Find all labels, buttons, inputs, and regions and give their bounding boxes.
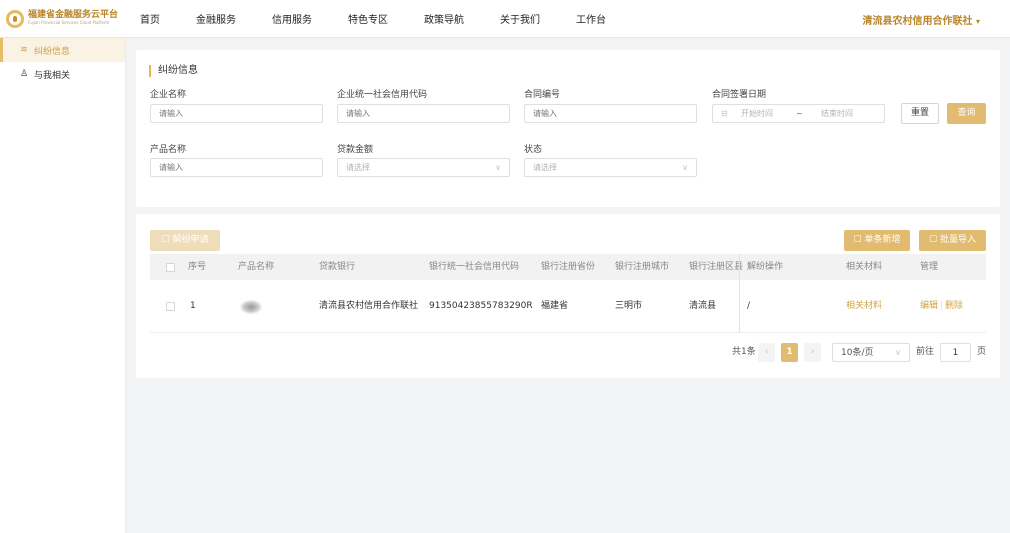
product-name-label: 产品名称 (150, 145, 187, 155)
sidebar-item-related-to-me[interactable]: ♙ 与我相关 (0, 62, 125, 86)
page-suffix: 页 (977, 347, 987, 357)
th-action: 解纷操作 (747, 262, 784, 272)
sign-date-label: 合同签署日期 (712, 90, 767, 100)
dispute-apply-button[interactable]: ☐ 解纷申请 (150, 230, 220, 251)
org-name: 清流县农村信用合作联社 (862, 16, 973, 27)
cell-city: 三明市 (615, 301, 643, 311)
th-bank: 贷款银行 (319, 262, 356, 272)
edit-link[interactable]: 编辑 (920, 280, 938, 333)
main-nav: 首页 金融服务 信用服务 特色专区 政策导航 关于我们 工作台 (128, 0, 642, 38)
sidebar: ≋ 纠纷信息 ♙ 与我相关 (0, 38, 126, 533)
cell-province: 福建省 (541, 301, 569, 311)
date-range-separator: ~ (796, 109, 803, 118)
reset-button[interactable]: 重置 (901, 103, 939, 124)
company-name-label: 企业名称 (150, 90, 187, 100)
cell-bank: 清流县农村信用合作联社 (319, 301, 419, 311)
page-size-select[interactable]: 10条/页 ∨ (832, 343, 910, 362)
chevron-down-icon: ∨ (895, 348, 901, 357)
table-panel: ☐ 解纷申请 ☐ 单条新增 ☐ 批量导入 序号 产品名称 贷款银行 银行统一社会… (136, 214, 1000, 378)
materials-link[interactable]: 相关材料 (846, 280, 882, 333)
nav-about-us[interactable]: 关于我们 (500, 11, 540, 26)
th-materials: 相关材料 (846, 262, 883, 272)
edit-icon: ☐ (161, 235, 170, 245)
calendar-icon: ⊟ (721, 109, 728, 118)
list-icon: ≋ (20, 45, 28, 55)
top-navbar: 福建省金融服务云平台 Fujian Provincial Services Cl… (0, 0, 1010, 38)
nav-credit-services[interactable]: 信用服务 (272, 11, 312, 26)
status-placeholder: 请选择 (533, 163, 557, 172)
sidebar-item-dispute-info[interactable]: ≋ 纠纷信息 (0, 38, 125, 62)
cell-action: / (747, 301, 751, 311)
search-panel: 纠纷信息 企业名称 企业统一社会信用代码 合同编号 合同签署日期 ⊟ 开始时间 … (136, 50, 1000, 207)
batch-import-button[interactable]: ☐ 批量导入 (919, 230, 986, 251)
nav-home[interactable]: 首页 (140, 11, 160, 26)
chevron-down-icon: ▾ (975, 17, 980, 26)
loan-amount-select[interactable]: 请选择 ∨ (337, 158, 510, 177)
status-select[interactable]: 请选择 ∨ (524, 158, 697, 177)
th-province: 银行注册省份 (541, 262, 596, 272)
brand-subtitle: Fujian Provincial Services Cloud Platfor… (28, 20, 110, 26)
loan-amount-placeholder: 请选择 (346, 163, 370, 172)
table-header: 序号 产品名称 贷款银行 银行统一社会信用代码 银行注册省份 银行注册城市 银行… (150, 254, 986, 280)
delete-link[interactable]: 删除 (945, 280, 963, 333)
company-name-input[interactable] (150, 104, 323, 123)
dispute-apply-label: 解纷申请 (172, 235, 209, 245)
org-switcher[interactable]: 清流县农村信用合作联社 ▾ (863, 12, 981, 27)
th-district: 银行注册区县 (689, 262, 744, 272)
pagination-total: 共1条 (732, 347, 756, 357)
prev-page-button[interactable]: ‹ (758, 343, 775, 362)
product-name-input[interactable] (150, 158, 323, 177)
import-icon: ☐ (929, 235, 938, 245)
user-icon: ♙ (19, 69, 29, 79)
th-index: 序号 (188, 262, 207, 272)
loan-amount-label: 贷款金额 (337, 145, 374, 155)
th-manage: 管理 (920, 262, 939, 272)
single-add-label: 单条新增 (864, 235, 901, 245)
nav-policy-guide[interactable]: 政策导航 (424, 11, 464, 26)
th-city: 银行注册城市 (615, 262, 670, 272)
chevron-down-icon: ∨ (682, 163, 688, 172)
page-size-value: 10条/页 (841, 348, 874, 358)
row-checkbox[interactable] (166, 302, 175, 311)
sidebar-item-label: 与我相关 (34, 70, 71, 81)
column-divider (739, 254, 740, 333)
contract-no-input[interactable] (524, 104, 697, 123)
action-separator: | (940, 301, 944, 311)
logo-icon (6, 9, 24, 28)
cell-district: 清流县 (689, 301, 717, 311)
batch-import-label: 批量导入 (939, 235, 976, 245)
add-doc-icon: ☐ (853, 235, 862, 245)
goto-page-input[interactable]: 1 (940, 343, 971, 362)
goto-label: 前往 (916, 347, 935, 357)
credit-code-label: 企业统一社会信用代码 (337, 90, 428, 100)
product-image-blurred (240, 300, 262, 314)
nav-financial-services[interactable]: 金融服务 (196, 11, 236, 26)
page-1-button[interactable]: 1 (781, 343, 798, 362)
th-product: 产品名称 (238, 262, 275, 272)
brand-logo[interactable]: 福建省金融服务云平台 Fujian Provincial Services Cl… (0, 9, 128, 28)
nav-workbench[interactable]: 工作台 (576, 11, 606, 26)
date-end-placeholder: 结束时间 (821, 109, 853, 118)
sidebar-item-label: 纠纷信息 (34, 46, 71, 57)
th-bank-code: 银行统一社会信用代码 (429, 262, 520, 272)
date-start-placeholder: 开始时间 (741, 109, 773, 118)
cell-bank-code: 91350423855783290R (429, 301, 533, 311)
cell-index: 1 (190, 301, 196, 311)
next-page-button[interactable]: › (804, 343, 821, 362)
table-row: 1 清流县农村信用合作联社 91350423855783290R 福建省 三明市… (150, 280, 986, 333)
nav-featured-zone[interactable]: 特色专区 (348, 11, 388, 26)
status-label: 状态 (524, 145, 543, 155)
chevron-down-icon: ∨ (495, 163, 501, 172)
select-all-checkbox[interactable] (166, 263, 175, 272)
query-button[interactable]: 查询 (947, 103, 986, 124)
sign-date-range-picker[interactable]: ⊟ 开始时间 ~ 结束时间 (712, 104, 885, 123)
credit-code-input[interactable] (337, 104, 510, 123)
contract-no-label: 合同编号 (524, 90, 561, 100)
page-title: 纠纷信息 (149, 65, 198, 77)
single-add-button[interactable]: ☐ 单条新增 (844, 230, 910, 251)
